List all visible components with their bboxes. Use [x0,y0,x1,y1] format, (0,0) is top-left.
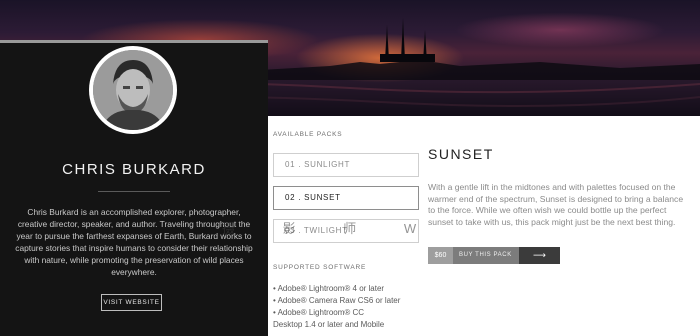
software-list: • Adobe® Lightroom® 4 or later • Adobe® … [273,283,433,331]
software-item: • Adobe® Lightroom® CC [273,308,365,317]
price-label: $60 [428,247,453,264]
available-packs-heading: AVAILABLE PACKS [273,131,343,138]
profile-name: CHRIS BURKARD [62,161,206,178]
visit-website-button[interactable]: VISIT WEBSITE [101,294,162,311]
software-item: Desktop 1.4 or later and Mobile [273,320,385,329]
person-portrait-icon [93,50,173,130]
watermark-text: 摄 影 师 W [222,221,439,236]
pack-option-sunset[interactable]: 02 . SUNSET [273,186,419,210]
pack-description: With a gentle lift in the midtones and w… [428,182,684,227]
buy-label: BUY THIS PACK [453,247,519,264]
supported-software-heading: SUPPORTED SOFTWARE [273,264,367,271]
software-item: • Adobe® Lightroom® 4 or later [273,284,385,293]
name-divider [98,191,170,192]
profile-panel: CHRIS BURKARD Chris Burkard is an accomp… [0,40,268,336]
avatar [89,46,177,134]
software-item: • Adobe® Camera Raw CS6 or later [273,296,401,305]
buy-pack-button[interactable]: $60 BUY THIS PACK ⟶ [428,247,560,264]
pack-option-sunlight[interactable]: 01 . SUNLIGHT [273,153,419,177]
avatar-photo [93,50,173,130]
profile-bio: Chris Burkard is an accomplished explore… [15,207,253,277]
arrow-right-icon: ⟶ [519,247,560,264]
pack-title: SUNSET [428,146,494,162]
